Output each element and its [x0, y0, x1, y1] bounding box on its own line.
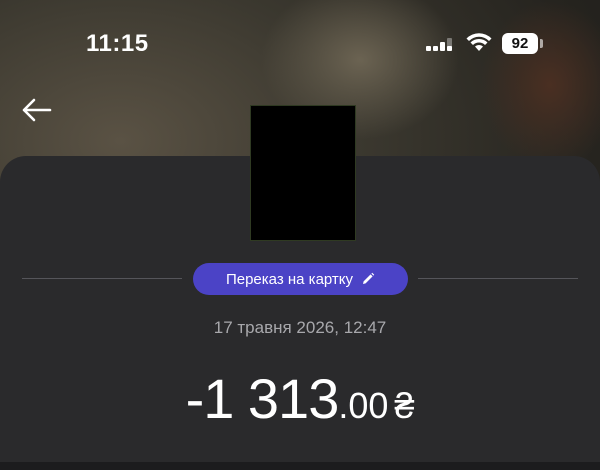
transaction-screen: 11:15 92 Переказ на картку 17 травня 202…: [0, 0, 600, 470]
divider: [22, 278, 182, 279]
arrow-left-icon: [22, 98, 52, 122]
divider: [418, 278, 578, 279]
status-time: 11:15: [86, 30, 149, 57]
merchant-avatar: [250, 105, 356, 241]
amount-decimal: .00: [338, 385, 389, 426]
transaction-datetime: 17 травня 2026, 12:47: [213, 318, 387, 337]
battery-icon: 92: [502, 33, 538, 54]
amount-integer: -1 313: [185, 367, 340, 430]
signal-icon: [426, 38, 452, 51]
category-label: Переказ на картку: [225, 270, 354, 288]
battery-tip: [540, 39, 543, 48]
category-chip[interactable]: Переказ на картку: [193, 263, 408, 295]
wifi-icon: [466, 33, 492, 51]
transaction-amount: -1 313.00 ₴: [0, 366, 600, 431]
bottom-strip: [0, 462, 600, 470]
status-bar: 11:15 92: [0, 0, 600, 90]
pencil-icon: [363, 272, 375, 284]
currency-symbol: ₴: [394, 385, 415, 426]
back-button[interactable]: [20, 94, 60, 126]
